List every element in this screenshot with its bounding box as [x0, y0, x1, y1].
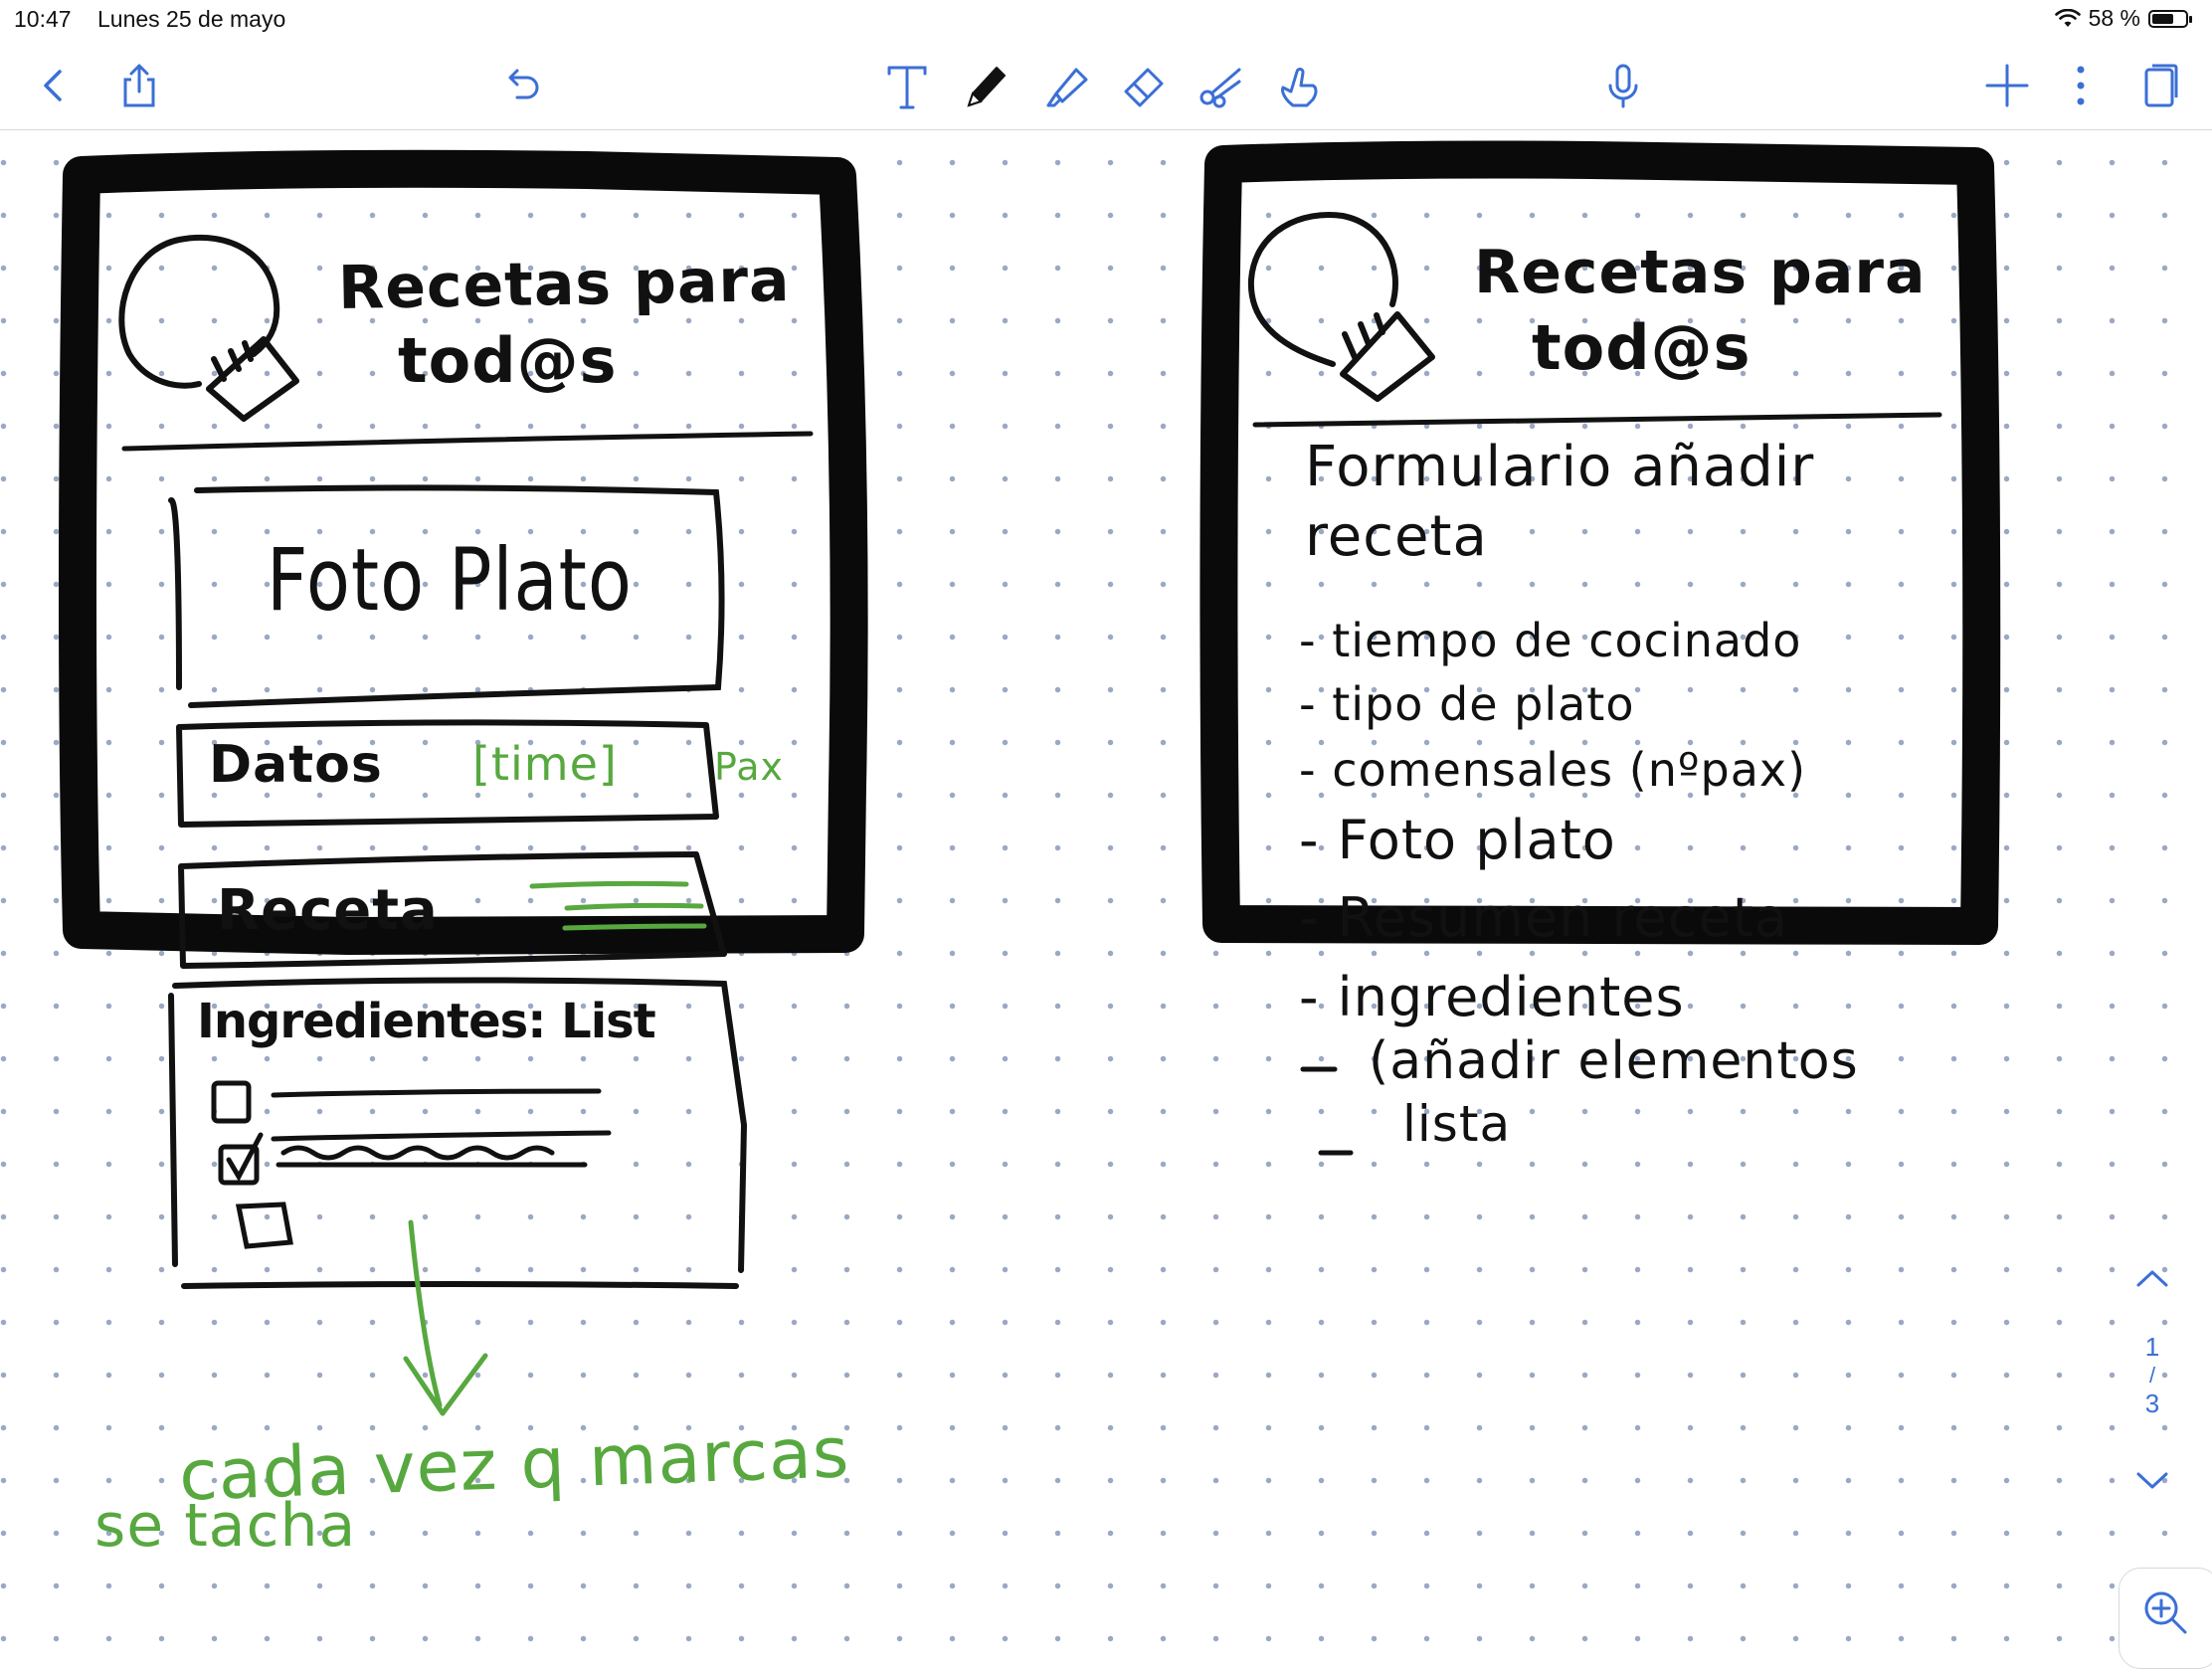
left-app-title-line2: tod@s [398, 324, 618, 397]
left-logo-bulb [118, 234, 299, 422]
datos-time-field[interactable]: [time] [472, 737, 618, 791]
share-icon[interactable] [109, 56, 169, 115]
datos-label: Datos [209, 735, 383, 795]
form-item: lista [1402, 1095, 1512, 1153]
page-current: 1 [2144, 1332, 2160, 1362]
left-header-divider [121, 431, 814, 452]
chevron-up-icon [2136, 1270, 2168, 1287]
page-separator: / [2148, 1363, 2156, 1388]
battery-icon [2148, 9, 2192, 28]
toolbar [0, 40, 2212, 130]
ingredients-label: Ingredientes: List [197, 994, 656, 1049]
left-app-title-line1: Recetas para [337, 246, 792, 323]
green-arrow [403, 1219, 488, 1416]
form-item: - tipo de plato [1299, 677, 1635, 731]
text-tool-icon[interactable] [877, 56, 937, 115]
form-title-line2: receta [1305, 504, 1488, 569]
highlighter-icon[interactable] [1036, 56, 1096, 115]
status-indicators: 58 % [2054, 5, 2192, 32]
form-item: - comensales (nºpax) [1299, 743, 1807, 797]
lasso-scissors-icon[interactable] [1192, 56, 1251, 115]
page-view-icon[interactable] [2130, 56, 2190, 115]
back-icon[interactable] [24, 56, 84, 115]
form-item: (añadir elementos [1369, 1031, 1859, 1091]
photo-box-label[interactable]: Foto Plato [267, 530, 633, 631]
page-down-button[interactable] [2122, 1467, 2182, 1498]
receta-label[interactable]: Receta [217, 878, 439, 943]
microphone-icon[interactable] [1593, 56, 1653, 115]
form-item: - Resumen receta [1299, 886, 1788, 949]
battery-percent: 58 % [2088, 5, 2140, 31]
wifi-icon [2054, 8, 2081, 27]
pen-icon[interactable] [955, 56, 1014, 115]
annotation-line2: se tacha [94, 1491, 357, 1561]
right-header-divider [1252, 412, 1942, 428]
chevron-down-icon [2136, 1472, 2168, 1489]
form-item: - ingredientes [1299, 966, 1685, 1028]
date-label: Lunes 25 de mayo [97, 6, 286, 32]
page-up-button[interactable] [2122, 1264, 2182, 1295]
add-page-icon[interactable] [1977, 56, 2037, 115]
form-title-line1: Formulario añadir [1305, 435, 1815, 499]
form-item-dashes [1300, 1066, 1354, 1156]
right-app-title-line1: Recetas para [1474, 238, 1927, 307]
undo-icon[interactable] [493, 56, 553, 115]
eraser-icon[interactable] [1114, 56, 1174, 115]
more-icon[interactable] [2051, 56, 2111, 115]
clock: 10:47 [14, 6, 72, 32]
page-total: 3 [2144, 1389, 2160, 1418]
notebook-canvas[interactable]: Recetas para tod@s Foto Plato Datos [tim… [0, 130, 2212, 1669]
page-indicator: 1 / 3 [2122, 1332, 2182, 1419]
zoom-button[interactable] [2119, 1568, 2212, 1669]
pointer-hand-icon[interactable] [1269, 56, 1329, 115]
zoom-in-icon [2144, 1591, 2187, 1634]
datos-pax-field[interactable]: Pax [714, 745, 784, 789]
form-item: - Foto plato [1299, 809, 1616, 871]
right-app-title-line2: tod@s [1532, 311, 1751, 384]
status-bar: 10:47 Lunes 25 de mayo 58 % [0, 0, 2212, 40]
right-logo-bulb [1247, 212, 1435, 402]
form-item: - tiempo de cocinado [1299, 614, 1802, 667]
